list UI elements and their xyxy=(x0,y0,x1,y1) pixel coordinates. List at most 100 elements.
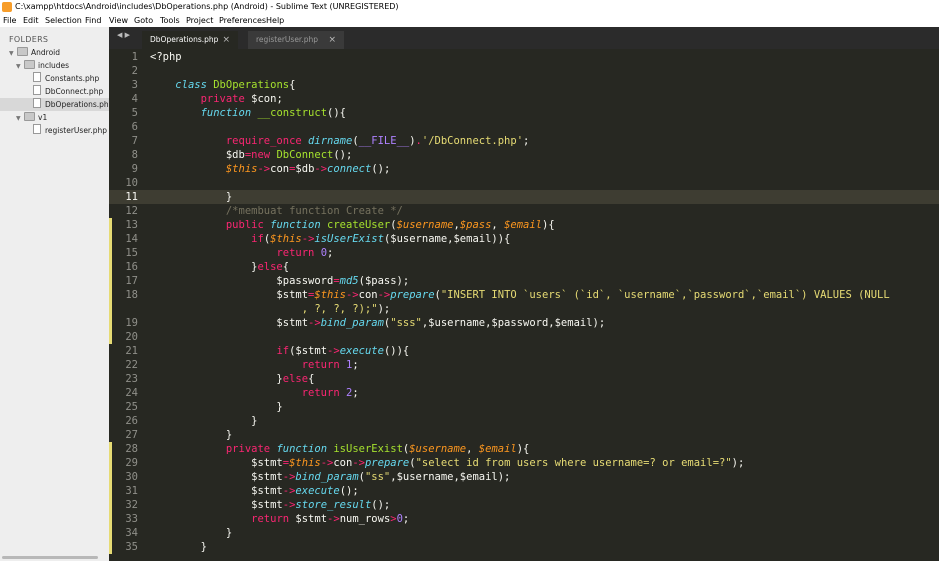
sidebar-scrollbar[interactable] xyxy=(2,556,98,559)
code-line[interactable]: $password=md5($pass); xyxy=(150,274,409,288)
code-line[interactable]: }else{ xyxy=(150,372,314,386)
code-token: } xyxy=(150,527,233,539)
code-line[interactable]: return $stmt->num_rows>0; xyxy=(150,512,409,526)
code-line[interactable]: } xyxy=(150,428,232,442)
code-token: ); xyxy=(377,303,391,315)
code-line[interactable]: return 1; xyxy=(150,358,359,372)
sidebar: FOLDERS ▼ Android ▼ includes Constants.php… xyxy=(0,27,113,561)
code-line[interactable]: $stmt->bind_param("sss",$username,$passw… xyxy=(150,316,605,330)
line-number: 34 xyxy=(125,527,138,539)
code-line[interactable]: $this->con=$db->connect(); xyxy=(150,162,390,176)
code-line[interactable]: $stmt->store_result(); xyxy=(150,498,390,512)
code-token: -> xyxy=(282,471,296,483)
code-line[interactable]: public function createUser($username,$pa… xyxy=(150,218,555,232)
line-number: 31 xyxy=(125,485,138,497)
code-line[interactable]: $stmt->execute(); xyxy=(150,484,359,498)
code-token: num_rows xyxy=(339,513,391,525)
menu-preferences[interactable]: Preferences xyxy=(219,14,266,27)
line-number: 26 xyxy=(125,415,138,427)
menu-view[interactable]: View xyxy=(109,14,128,27)
current-line-highlight xyxy=(109,190,939,204)
code-token: -> xyxy=(320,457,334,469)
code-line[interactable]: } xyxy=(150,526,232,540)
code-token: , ?, ?, ?);" xyxy=(150,303,378,315)
code-token: ,$username,$password,$email); xyxy=(421,317,606,329)
tab-nav-arrows-icon[interactable]: ◀ ▶ xyxy=(117,31,130,39)
line-number: 32 xyxy=(125,499,138,511)
code-line[interactable]: require_once dirname(__FILE__).'/DbConne… xyxy=(150,134,530,148)
close-icon[interactable]: × xyxy=(222,31,230,49)
code-line[interactable]: <?php xyxy=(150,50,182,64)
folders-heading: FOLDERS xyxy=(9,35,49,44)
line-number: 6 xyxy=(131,121,138,133)
code-line[interactable]: $stmt=$this->con->prepare("select id fro… xyxy=(150,456,744,470)
code-line[interactable]: } xyxy=(150,190,232,204)
code-token: return xyxy=(301,359,340,371)
line-number: 9 xyxy=(131,163,138,175)
code-token: bind_param xyxy=(295,471,359,483)
sidebar-item-dbconnect[interactable]: DbConnect.php xyxy=(33,85,103,98)
menu-selection[interactable]: Selection xyxy=(45,14,82,27)
sidebar-item-dboperations[interactable]: DbOperations.php xyxy=(0,98,113,111)
tab-dboperations[interactable]: DbOperations.php × xyxy=(142,31,238,49)
code-token: function xyxy=(200,107,252,119)
line-number: 24 xyxy=(125,387,138,399)
code-line[interactable]: } xyxy=(150,400,282,414)
tab-registeruser[interactable]: registerUser.php × xyxy=(248,31,344,49)
code-line[interactable]: $stmt->bind_param("ss",$username,$email)… xyxy=(150,470,510,484)
code-line[interactable]: , ?, ?, ?);"); xyxy=(150,302,391,316)
code-line[interactable]: } xyxy=(150,540,207,554)
line-number: 4 xyxy=(131,93,138,105)
code-line[interactable]: private $con; xyxy=(150,92,283,106)
sidebar-item-constants[interactable]: Constants.php xyxy=(33,72,99,85)
code-token: return xyxy=(276,247,315,259)
code-token: $stmt xyxy=(150,317,309,329)
code-token: ($pass); xyxy=(358,275,410,287)
code-token: { xyxy=(289,79,296,91)
close-icon[interactable]: × xyxy=(328,31,336,49)
code-token: createUser xyxy=(327,219,391,231)
code-token: ; xyxy=(402,513,410,525)
sidebar-item-includes[interactable]: ▼ includes xyxy=(16,59,69,72)
expand-arrow-icon[interactable]: ▼ xyxy=(16,112,24,125)
code-token: return xyxy=(301,387,340,399)
code-token: else xyxy=(257,261,283,273)
tab-bar: ◀ ▶ DbOperations.php × registerUser.php … xyxy=(109,27,939,49)
code-line[interactable]: }else{ xyxy=(150,260,289,274)
code-token: md5 xyxy=(339,275,359,287)
code-line[interactable]: $stmt=$this->con->prepare("INSERT INTO `… xyxy=(150,288,890,302)
code-token: (); xyxy=(371,163,391,175)
menu-goto[interactable]: Goto xyxy=(134,14,153,27)
code-line[interactable]: if($this->isUserExist($username,$email))… xyxy=(150,232,510,246)
code-line[interactable]: return 0; xyxy=(150,246,333,260)
menu-project[interactable]: Project xyxy=(186,14,213,27)
code-line[interactable]: if($stmt->execute()){ xyxy=(150,344,409,358)
sidebar-item-v1[interactable]: ▼ v1 xyxy=(16,111,47,124)
code-token: $stmt xyxy=(150,499,283,511)
code-token: $stmt xyxy=(150,485,283,497)
code-line[interactable]: return 2; xyxy=(150,386,359,400)
expand-arrow-icon[interactable]: ▼ xyxy=(16,60,24,73)
code-token: "select id from users where username=? o… xyxy=(415,457,732,469)
code-token: store_result xyxy=(295,499,372,511)
menu-find[interactable]: Find xyxy=(85,14,101,27)
menu-tools[interactable]: Tools xyxy=(160,14,180,27)
menu-file[interactable]: File xyxy=(3,14,16,27)
code-line[interactable]: } xyxy=(150,414,257,428)
sidebar-item-android[interactable]: ▼ Android xyxy=(9,46,60,59)
code-token: $username xyxy=(409,443,467,455)
menu-edit[interactable]: Edit xyxy=(23,14,39,27)
code-line[interactable]: class DbOperations{ xyxy=(150,78,295,92)
code-line[interactable]: private function isUserExist($username, … xyxy=(150,442,530,456)
code-editor[interactable]: 1 2 3 4 5 6 7 8 9 10 11 12 13 14 15 16 17 18 19 20 21 22 23 24 2… xyxy=(109,49,939,561)
code-line[interactable]: function __construct(){ xyxy=(150,106,346,120)
sidebar-item-registeruser[interactable]: registerUser.php xyxy=(33,124,107,137)
code-line[interactable]: $db=new DbConnect(); xyxy=(150,148,352,162)
menu-help[interactable]: Help xyxy=(266,14,284,27)
code-line[interactable]: /*membuat function Create */ xyxy=(150,204,403,218)
code-token: { xyxy=(308,373,315,385)
code-token: -> xyxy=(352,457,365,469)
code-token: "INSERT INTO `users` (`id`, `username`,`… xyxy=(440,289,890,301)
